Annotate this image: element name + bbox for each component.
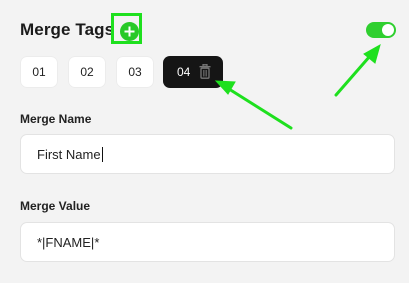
merge-tags-toggle[interactable] <box>366 22 396 38</box>
tab-04-label: 04 <box>177 65 191 79</box>
add-merge-tag-button[interactable] <box>120 22 139 41</box>
plus-icon <box>124 26 135 37</box>
tab-03[interactable]: 03 <box>116 56 154 88</box>
add-tag-highlight <box>111 13 142 44</box>
tab-04[interactable]: 04 <box>163 56 223 88</box>
merge-value-label: Merge Value <box>20 199 91 213</box>
toggle-knob <box>382 24 394 36</box>
merge-name-value: First Name <box>37 146 101 162</box>
merge-value-input[interactable]: *|FNAME|* <box>20 222 395 262</box>
text-caret <box>101 146 103 162</box>
trash-icon[interactable] <box>199 64 211 79</box>
panel-title: Merge Tags <box>20 20 115 39</box>
merge-name-input[interactable]: First Name <box>20 134 395 174</box>
merge-name-label: Merge Name <box>20 112 92 126</box>
merge-value-value: *|FNAME|* <box>37 234 100 250</box>
tab-01[interactable]: 01 <box>20 56 58 88</box>
tab-02[interactable]: 02 <box>68 56 106 88</box>
merge-tags-panel: Merge Tags 01 02 03 04 Merge Name First … <box>0 0 409 283</box>
